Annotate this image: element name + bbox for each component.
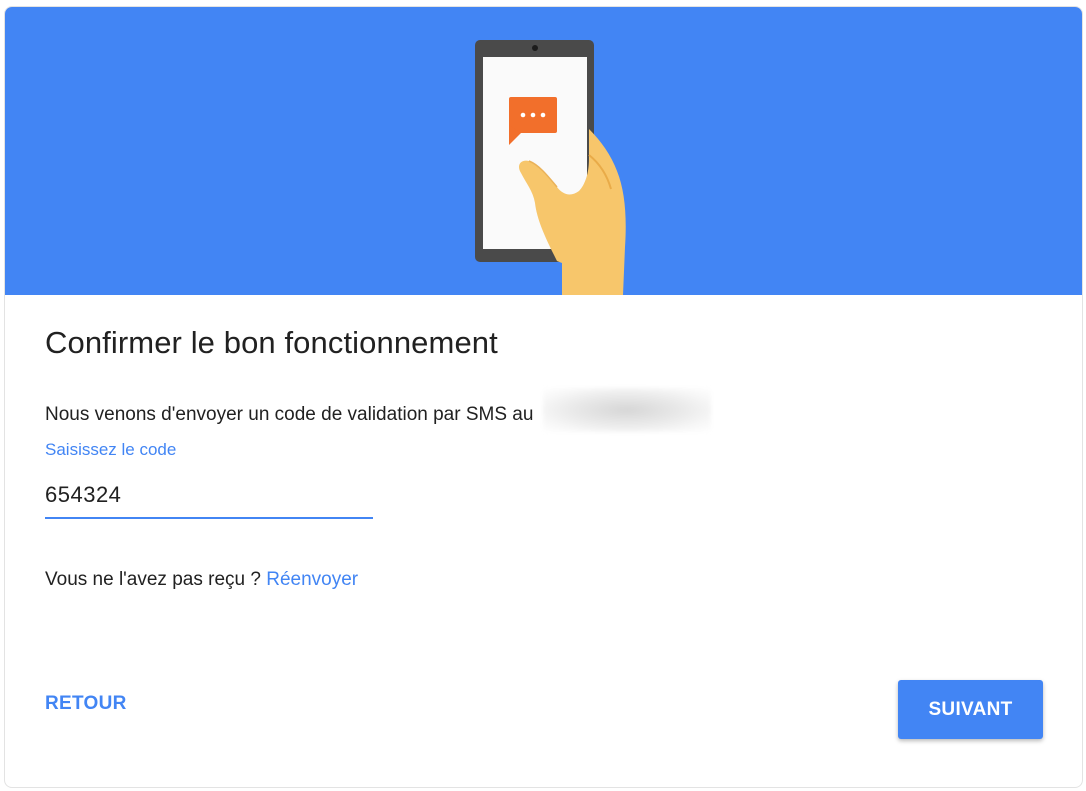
redacted-phone-number (542, 388, 711, 432)
description-text: Nous venons d'envoyer un code de validat… (45, 404, 534, 426)
code-field-label: Saisissez le code (45, 440, 177, 459)
next-button[interactable]: SUIVANT (898, 680, 1043, 739)
verification-code-input[interactable] (45, 479, 373, 519)
resend-prompt: Vous ne l'avez pas reçu ? (45, 569, 261, 590)
back-button[interactable]: RETOUR (45, 693, 127, 715)
banner (5, 7, 1082, 295)
verification-dialog: Confirmer le bon fonctionnement Nous ven… (4, 6, 1083, 788)
resend-line: Vous ne l'avez pas reçu ? Réenvoyer (45, 569, 358, 591)
phone-sms-illustration (5, 7, 1082, 295)
resend-link[interactable]: Réenvoyer (266, 569, 358, 590)
dialog-description: Nous venons d'envoyer un code de validat… (45, 388, 711, 432)
dialog-title: Confirmer le bon fonctionnement (45, 325, 498, 360)
